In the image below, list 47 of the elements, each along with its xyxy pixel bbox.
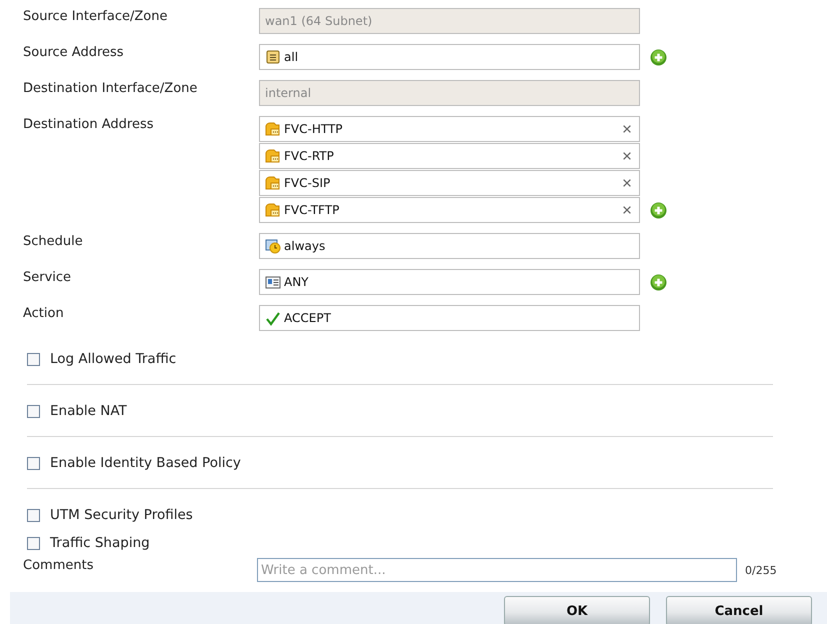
select-field[interactable]: all — [259, 44, 640, 70]
remove-icon[interactable] — [622, 124, 632, 134]
checkbox-label: UTM Security Profiles — [50, 507, 193, 523]
select-field[interactable]: ANY — [259, 269, 640, 295]
folder-icon — [265, 175, 281, 191]
select-field[interactable]: ACCEPT — [259, 305, 640, 331]
checkbox[interactable] — [27, 536, 40, 550]
select-field[interactable]: FVC-HTTP — [259, 116, 640, 142]
select-field[interactable]: FVC-SIP — [259, 170, 640, 196]
calendar-clock-icon — [265, 238, 281, 254]
dialog-button[interactable]: Cancel — [666, 596, 812, 624]
checkbox-label: Enable NAT — [50, 403, 127, 419]
field-label: Destination Interface/Zone — [23, 80, 198, 98]
checkbox[interactable] — [27, 456, 40, 470]
readonly-field: internal — [259, 80, 640, 106]
readonly-field: wan1 (64 Subnet) — [259, 8, 640, 34]
comment-field[interactable]: Write a comment... — [257, 558, 737, 582]
checkbox-label: Log Allowed Traffic — [50, 351, 176, 367]
checkbox[interactable] — [27, 404, 40, 418]
add-icon[interactable] — [650, 274, 667, 290]
field-label: Destination Address — [23, 116, 155, 134]
select-field[interactable]: FVC-TFTP — [259, 197, 640, 223]
field-label: Action — [23, 305, 65, 323]
select-field[interactable]: always — [259, 233, 640, 259]
dialog-button[interactable]: OK — [504, 596, 650, 624]
checkbox-label: Traffic Shaping — [50, 535, 150, 551]
checkbox[interactable] — [27, 508, 40, 522]
field-label: Schedule — [23, 233, 84, 251]
checkbox-label: Enable Identity Based Policy — [50, 455, 241, 471]
field-label: Source Address — [23, 44, 125, 62]
remove-icon[interactable] — [622, 178, 632, 188]
address-book-icon — [265, 49, 281, 65]
folder-icon — [265, 148, 281, 164]
card-icon — [265, 274, 281, 290]
field-label: Source Interface/Zone — [23, 8, 168, 26]
checkmark-icon — [265, 310, 281, 326]
folder-icon — [265, 121, 281, 137]
add-icon[interactable] — [650, 48, 667, 66]
select-field[interactable]: FVC-RTP — [259, 143, 640, 169]
remove-icon[interactable] — [622, 205, 632, 215]
add-icon[interactable] — [650, 202, 667, 218]
field-label: Service — [23, 269, 72, 287]
checkbox[interactable] — [27, 352, 40, 366]
field-label: Comments — [23, 558, 94, 573]
remove-icon[interactable] — [622, 151, 632, 161]
folder-icon — [265, 202, 281, 218]
character-counter: 0/255 — [745, 564, 777, 576]
